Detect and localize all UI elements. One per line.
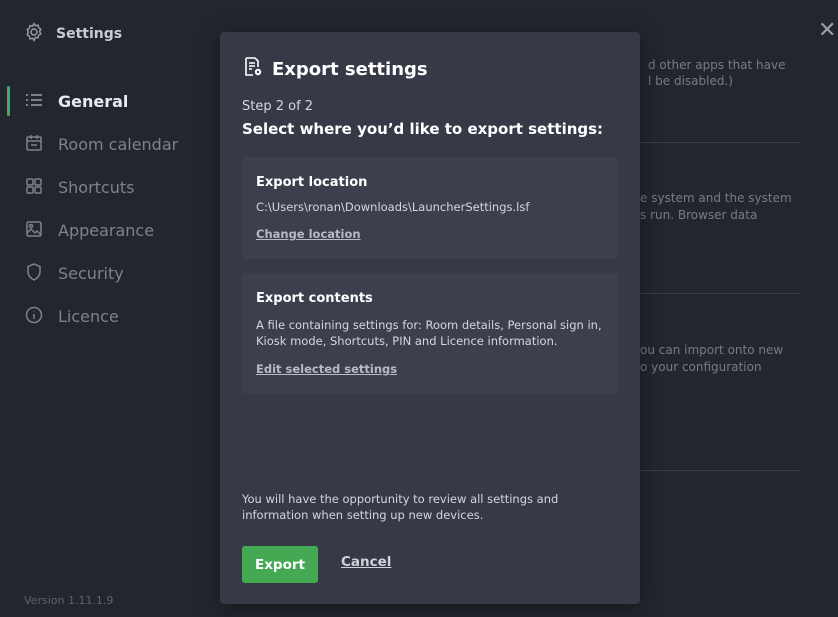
export-settings-dialog: Export settings Step 2 of 2 Select where… [220, 32, 640, 604]
divider [620, 470, 800, 471]
sidebar-item-licence[interactable]: Licence [0, 295, 200, 338]
dialog-subtitle: Select where you’d like to export settin… [242, 120, 604, 138]
background-text: s run. Browser data [640, 208, 758, 222]
cancel-button[interactable]: Cancel [341, 554, 391, 570]
shield-icon [24, 262, 44, 286]
background-text: ou can import onto new [640, 343, 784, 357]
sidebar-item-label: Room calendar [58, 135, 179, 154]
export-location-title: Export location [256, 175, 368, 190]
note-line: information when setting up new devices. [242, 508, 484, 522]
sidebar-item-shortcuts[interactable]: Shortcuts [0, 166, 200, 209]
sidebar-item-room-calendar[interactable]: Room calendar [0, 123, 200, 166]
sidebar-item-label: Appearance [58, 221, 155, 240]
description-line: A file containing settings for: Room det… [256, 318, 602, 332]
list-icon [24, 90, 44, 114]
divider [620, 293, 800, 294]
export-location-card: Export location C:\Users\ronan\Downloads… [242, 157, 618, 259]
calendar-icon [24, 133, 44, 157]
image-icon [24, 219, 44, 243]
sidebar-item-label: Shortcuts [58, 178, 135, 197]
export-location-path: C:\Users\ronan\Downloads\LauncherSetting… [256, 200, 530, 214]
dialog-title: Export settings [272, 58, 428, 80]
sidebar-item-label: General [58, 92, 129, 111]
export-document-icon [242, 56, 264, 82]
change-location-link[interactable]: Change location [256, 227, 361, 241]
sidebar: Settings General Room calendar Shortcuts [0, 0, 200, 617]
app-title-row: Settings [24, 22, 122, 46]
background-text: o your configuration [640, 360, 762, 374]
background-text: l be disabled.) [648, 74, 733, 88]
edit-selected-settings-link[interactable]: Edit selected settings [256, 362, 397, 376]
version-label: Version 1.11.1.9 [24, 594, 114, 607]
background-text: d other apps that have [648, 58, 786, 72]
background-text: e system and the system [640, 191, 792, 205]
sidebar-item-general[interactable]: General [0, 80, 200, 123]
app-title: Settings [56, 26, 123, 42]
description-line: Kiosk mode, Shortcuts, PIN and Licence i… [256, 334, 558, 348]
divider [620, 142, 800, 143]
export-button[interactable]: Export [242, 546, 318, 583]
step-indicator: Step 2 of 2 [242, 99, 314, 114]
sidebar-item-security[interactable]: Security [0, 252, 200, 295]
gear-icon [24, 22, 44, 46]
note-line: You will have the opportunity to review … [242, 492, 559, 506]
export-contents-title: Export contents [256, 291, 373, 306]
review-note: You will have the opportunity to review … [242, 491, 602, 523]
export-contents-description: A file containing settings for: Room det… [256, 317, 616, 349]
sidebar-item-label: Licence [58, 307, 119, 326]
sidebar-nav: General Room calendar Shortcuts Appearan… [0, 80, 200, 338]
export-contents-card: Export contents A file containing settin… [242, 273, 618, 394]
sidebar-item-label: Security [58, 264, 124, 283]
close-icon[interactable]: ✕ [818, 18, 838, 44]
info-icon [24, 305, 44, 329]
dialog-header: Export settings [242, 56, 428, 82]
settings-app: Settings General Room calendar Shortcuts [0, 0, 838, 617]
sidebar-item-appearance[interactable]: Appearance [0, 209, 200, 252]
grid-icon [24, 176, 44, 200]
